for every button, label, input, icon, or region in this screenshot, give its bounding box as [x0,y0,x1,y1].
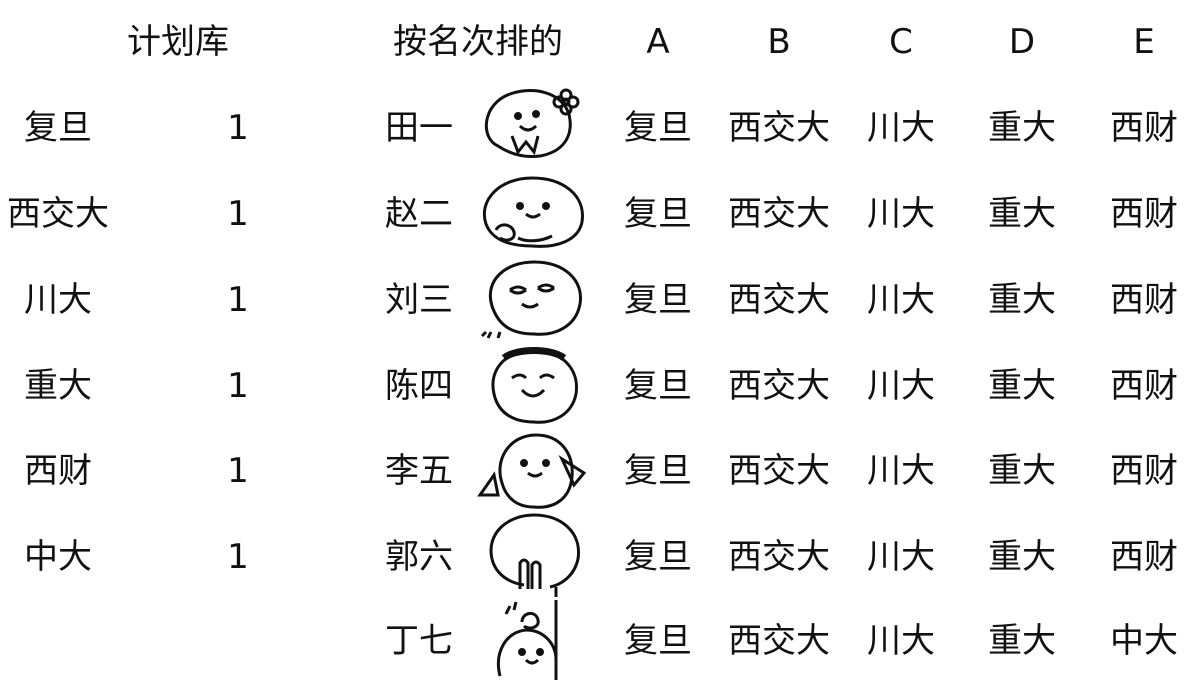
plan-quota: 1 [227,366,249,406]
choice-cell: 重大 [988,194,1056,234]
choice-cell: 复旦 [624,621,692,661]
student-name: 田一 [385,108,453,148]
choice-cell: 西财 [1110,451,1178,491]
choice-header-d: D [1008,22,1036,62]
choice-cell: 川大 [867,108,935,148]
choice-cell: 西交大 [728,451,830,491]
choice-cell: 复旦 [624,537,692,577]
choice-cell: 川大 [867,194,935,234]
plan-school: 西交大 [7,194,109,234]
plan-school: 重大 [24,366,92,406]
plan-school: 西财 [24,451,92,491]
choice-cell: 西交大 [728,537,830,577]
choice-cell: 复旦 [624,194,692,234]
choice-cell: 川大 [867,280,935,320]
plan-school: 川大 [24,280,92,320]
choice-header-a: A [646,22,670,62]
plan-school: 复旦 [24,108,92,148]
choice-cell: 复旦 [624,451,692,491]
choice-cell: 重大 [988,537,1056,577]
plan-quota: 1 [227,108,249,148]
choice-cell: 复旦 [624,108,692,148]
choice-cell: 西财 [1110,537,1178,577]
smiley-peek-icon [470,596,600,680]
choice-cell: 川大 [867,451,935,491]
plan-school: 中大 [24,537,92,577]
choice-cell: 西交大 [728,621,830,661]
student-name: 陈四 [385,366,453,406]
student-name: 丁七 [385,621,453,661]
student-name: 刘三 [385,280,453,320]
choice-header-e: E [1133,22,1155,62]
choice-cell: 川大 [867,537,935,577]
choice-cell: 西财 [1110,280,1178,320]
choice-cell: 复旦 [624,366,692,406]
choice-cell: 西财 [1110,366,1178,406]
ranking-header: 按名次排的 [393,22,563,62]
choice-cell: 川大 [867,621,935,661]
choice-cell: 西交大 [728,194,830,234]
choice-cell: 西财 [1110,108,1178,148]
student-name: 郭六 [385,537,453,577]
choice-cell: 重大 [988,108,1056,148]
plan-quota: 1 [227,451,249,491]
choice-cell: 重大 [988,366,1056,406]
smiley-laughing-icon [470,344,600,428]
choice-cell: 重大 [988,451,1056,491]
student-name: 赵二 [385,194,453,234]
choice-cell: 西交大 [728,108,830,148]
smiley-flower-icon [470,86,600,170]
smiley-hands-icon [470,172,600,256]
plan-library-header: 计划库 [127,22,229,62]
choice-cell: 川大 [867,366,935,406]
plan-quota: 1 [227,537,249,577]
choice-cell: 中大 [1110,621,1178,661]
choice-cell: 西交大 [728,280,830,320]
plan-quota: 1 [227,280,249,320]
choice-cell: 复旦 [624,280,692,320]
choice-cell: 重大 [988,621,1056,661]
choice-cell: 西交大 [728,366,830,406]
choice-header-c: C [889,22,913,62]
choice-header-b: B [767,22,791,62]
choice-cell: 重大 [988,280,1056,320]
plan-quota: 1 [227,194,249,234]
smiley-smug-icon [470,258,600,342]
smiley-peace-icon [470,513,600,597]
student-name: 李五 [385,451,453,491]
choice-cell: 西财 [1110,194,1178,234]
smiley-waving-icon [470,429,600,513]
